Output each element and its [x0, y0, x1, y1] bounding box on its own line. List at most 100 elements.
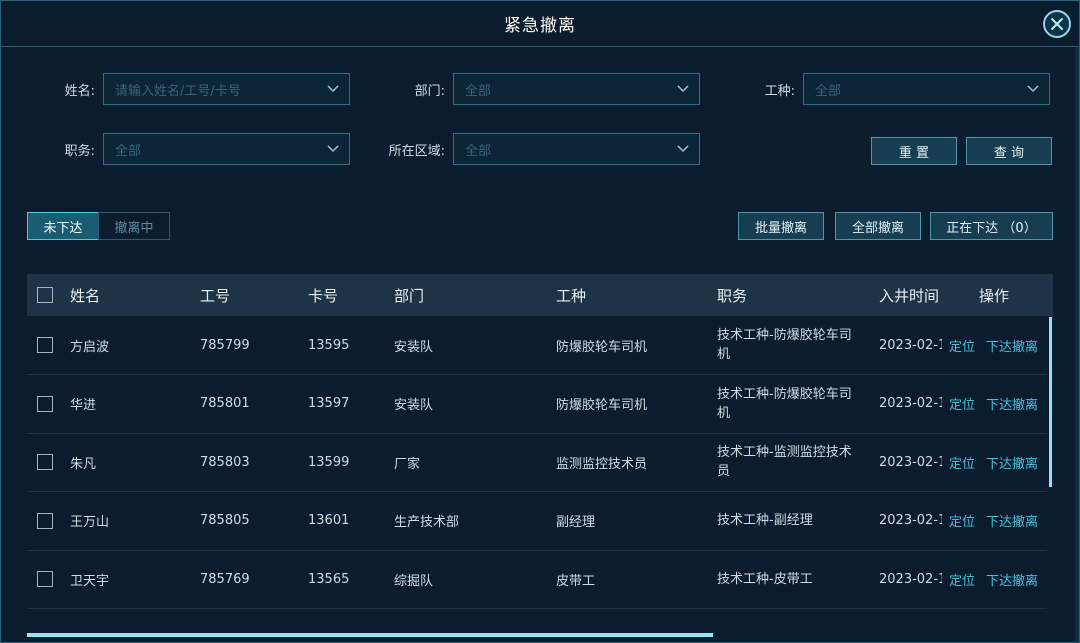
dialog-title: 紧急撤离 [504, 16, 576, 36]
issue-evacuation-link[interactable]: 下达撤离 [986, 570, 1038, 589]
cell-name: 朱凡 [70, 456, 97, 472]
table-header: 姓名 工号 卡号 部门 工种 职务 入井时间 操作 [27, 274, 1053, 316]
cell-actions: 定位 下达撤离 [949, 433, 1049, 491]
header-entry-time: 入井时间 [879, 286, 940, 305]
issuing-status-button[interactable]: 正在下达 （0） [930, 212, 1053, 240]
cell-emp-no: 785801 [200, 396, 250, 411]
job-type-select[interactable]: 全部 [803, 73, 1050, 105]
issue-evacuation-link[interactable]: 下达撤离 [986, 511, 1038, 530]
filter-job-type-label: 工种: [764, 83, 795, 99]
cell-department: 厂家 [394, 456, 421, 472]
cell-job-type: 皮带工 [556, 573, 596, 589]
cell-department: 安装队 [394, 398, 434, 413]
evacuate-all-button[interactable]: 全部撤离 [835, 212, 921, 240]
area-select-value: 全部 [465, 143, 492, 159]
close-icon [1051, 18, 1063, 30]
row-checkbox[interactable] [37, 512, 53, 529]
cell-position: 技术工种-副经理 [717, 513, 813, 528]
cell-department: 综掘队 [394, 573, 434, 589]
cell-name: 卫天宇 [70, 573, 110, 589]
cell-job-type: 防爆胶轮车司机 [556, 339, 648, 355]
filter-name: 姓名: 请输入姓名/工号/卡号 [41, 73, 350, 105]
cell-name: 华进 [70, 398, 97, 413]
table-row[interactable]: 朱凡 785803 13599 厂家 监测监控技术员 技术工种-监测监控技术员 2023-0… [27, 433, 1047, 492]
locate-link[interactable]: 定位 [949, 394, 975, 413]
table-row[interactable]: 王万山 785805 13601 生产技术部 副经理 技术工种-副经理 2023-02-15… [27, 492, 1047, 551]
locate-link[interactable]: 定位 [949, 511, 975, 530]
dialog-titlebar: 紧急撤离 [1, 1, 1079, 47]
cell-emp-no: 785769 [200, 571, 250, 587]
cell-entry-time: 2023-02-15 [879, 337, 942, 353]
department-select[interactable]: 全部 [453, 73, 700, 105]
cell-job-type: 监测监控技术员 [556, 456, 648, 472]
filter-area-label: 所在区域: [388, 143, 445, 159]
chevron-down-icon [677, 85, 689, 93]
reset-button[interactable]: 重 置 [871, 137, 957, 165]
filter-department: 部门: 全部 [387, 73, 700, 105]
cell-entry-time: 2023-02-15 [879, 571, 942, 587]
cell-emp-no: 785805 [200, 513, 250, 528]
emergency-evacuation-dialog: 紧急撤离 姓名: 请输入姓名/工号/卡号 部门: 全部 工种: 全部 职务: 全… [0, 0, 1080, 643]
close-button[interactable] [1043, 10, 1071, 38]
query-button[interactable]: 查 询 [966, 137, 1052, 165]
row-checkbox[interactable] [37, 571, 53, 587]
filter-position: 职务: 全部 [41, 133, 350, 165]
area-select[interactable]: 全部 [453, 133, 700, 165]
row-checkbox[interactable] [37, 337, 53, 353]
cell-department: 生产技术部 [394, 515, 460, 530]
cell-actions: 定位 下达撤离 [949, 316, 1049, 374]
table-row[interactable]: 华进 785801 13597 安装队 防爆胶轮车司机 技术工种-防爆胶轮车司机 2023-… [27, 375, 1047, 434]
cell-card-no: 13599 [308, 454, 350, 470]
cell-card-no: 13565 [308, 571, 350, 587]
select-all-checkbox[interactable] [37, 287, 53, 303]
cell-position: 技术工种-防爆胶轮车司机 [717, 328, 852, 362]
header-emp-no: 工号 [200, 286, 231, 305]
cell-entry-time: 2023-02-15 [879, 513, 942, 528]
cell-position: 技术工种-防爆胶轮车司机 [717, 386, 852, 421]
vertical-scrollbar[interactable] [1049, 317, 1052, 487]
table-row[interactable]: 方启波 785799 13595 安装队 防爆胶轮车司机 技术工种-防爆胶轮车司机 2023… [27, 316, 1047, 375]
filter-name-label: 姓名: [64, 83, 95, 99]
cell-actions: 定位 下达撤离 [949, 492, 1049, 550]
cell-name: 王万山 [70, 515, 110, 530]
tab-evacuating[interactable]: 撤离中 [98, 212, 170, 240]
cell-job-type: 副经理 [556, 515, 596, 530]
cell-actions: 定位 下达撤离 [949, 550, 1049, 608]
cell-job-type: 防爆胶轮车司机 [556, 398, 648, 413]
name-search-placeholder: 请输入姓名/工号/卡号 [115, 83, 241, 99]
tab-not-issued[interactable]: 未下达 [27, 212, 99, 240]
row-checkbox[interactable] [37, 395, 53, 412]
locate-link[interactable]: 定位 [949, 453, 975, 472]
filter-area: 所在区域: 全部 [373, 133, 700, 165]
cell-emp-no: 785799 [200, 337, 250, 353]
cell-actions: 定位 下达撤离 [949, 375, 1049, 433]
cell-card-no: 13597 [308, 396, 350, 411]
cell-card-no: 13601 [308, 513, 350, 528]
batch-evacuate-button[interactable]: 批量撤离 [738, 212, 824, 240]
personnel-table: 姓名 工号 卡号 部门 工种 职务 入井时间 操作 方启波 785799 13595… [27, 274, 1053, 642]
issue-evacuation-link[interactable]: 下达撤离 [986, 453, 1038, 472]
cell-emp-no: 785803 [200, 454, 250, 470]
row-checkbox[interactable] [37, 454, 53, 470]
filter-job-type: 工种: 全部 [741, 73, 1050, 105]
chevron-down-icon [327, 85, 339, 93]
header-department: 部门 [394, 286, 425, 305]
horizontal-scrollbar[interactable] [27, 633, 713, 637]
cell-name: 方启波 [70, 339, 110, 355]
position-select[interactable]: 全部 [103, 133, 350, 165]
header-card-no: 卡号 [308, 286, 339, 305]
cell-position: 技术工种-皮带工 [717, 571, 813, 587]
position-select-value: 全部 [115, 143, 142, 159]
cell-card-no: 13595 [308, 337, 350, 353]
locate-link[interactable]: 定位 [949, 570, 975, 589]
header-job-type: 工种 [556, 286, 587, 305]
locate-link[interactable]: 定位 [949, 336, 975, 355]
header-actions: 操作 [979, 286, 1010, 305]
chevron-down-icon [327, 145, 339, 153]
issue-evacuation-link[interactable]: 下达撤离 [986, 336, 1038, 355]
cell-entry-time: 2023-02-15 [879, 396, 942, 411]
issue-evacuation-link[interactable]: 下达撤离 [986, 394, 1038, 413]
filter-department-label: 部门: [414, 83, 445, 99]
name-search-input[interactable]: 请输入姓名/工号/卡号 [103, 73, 350, 105]
table-row[interactable]: 卫天宇 785769 13565 综掘队 皮带工 技术工种-皮带工 2023-02-15 定位… [27, 550, 1047, 609]
